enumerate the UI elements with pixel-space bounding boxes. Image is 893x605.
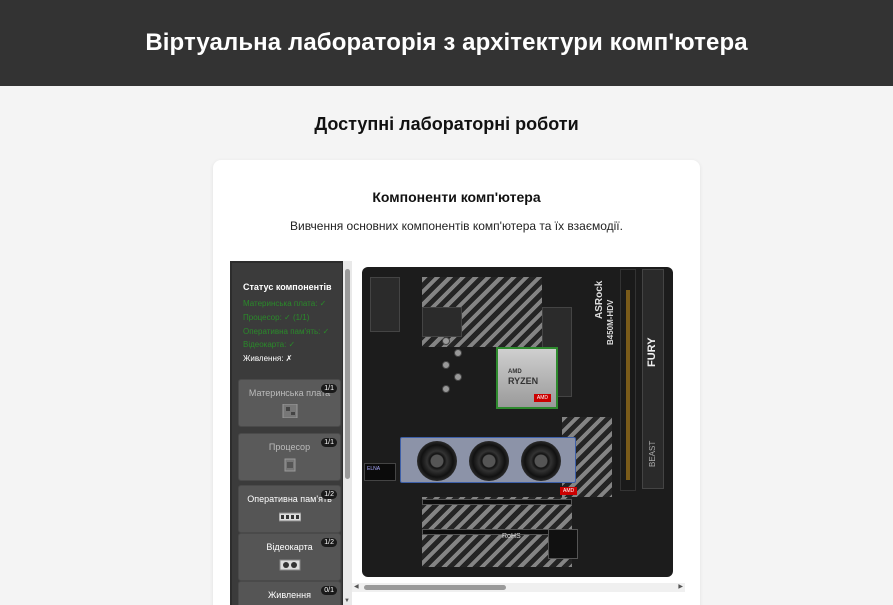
cpu-tag: AMD: [533, 394, 551, 402]
component-count-badge: 1/2: [321, 490, 337, 499]
component-gpu[interactable]: Відеокарта 1/2: [238, 533, 341, 581]
ram-series: BEAST: [648, 440, 657, 467]
motherboard-image[interactable]: AMD RYZEN AMD ASRock B450M-HDV FURY BEAS…: [362, 267, 673, 577]
panel-scrollbar[interactable]: ▼: [343, 261, 352, 605]
gpu-badge: ELNA: [364, 463, 396, 481]
board-brand: ASRock: [594, 280, 605, 319]
component-count-badge: 1/1: [321, 384, 337, 393]
board-scrollbar[interactable]: ◀ ▶: [352, 583, 685, 592]
lab-card-title: Компоненти комп'ютера: [372, 189, 541, 205]
ram-icon: [279, 512, 301, 522]
panel-scrollbar-thumb[interactable]: [345, 269, 350, 479]
components-panel: Статус компонентів Материнська плата: ✓ …: [230, 261, 343, 605]
lab-card-description: Вивчення основних компонентів комп'ютера…: [290, 219, 623, 233]
component-cpu[interactable]: Процесор 1/1: [238, 433, 341, 481]
gpu-card[interactable]: [400, 437, 576, 483]
app-title: Віртуальна лабораторія з архітектури ком…: [145, 29, 748, 56]
component-count-badge: 0/1: [321, 586, 337, 595]
rohs-label: RoHS: [502, 533, 521, 540]
ram-brand: FURY: [646, 337, 658, 367]
amd-label: AMD: [560, 487, 578, 495]
board-scrollbar-thumb[interactable]: [364, 585, 506, 590]
scroll-left-arrow-icon[interactable]: ◀: [354, 583, 359, 590]
cpu-icon: [284, 458, 296, 472]
gpu-icon: [279, 559, 301, 571]
component-ram[interactable]: Оперативна пам'ять 1/2: [238, 485, 341, 533]
component-motherboard[interactable]: Материнська плата 1/1: [238, 379, 341, 427]
cpu-brand: AMD: [508, 369, 522, 375]
ram-slot-1[interactable]: [620, 269, 636, 491]
lab-card[interactable]: Компоненти комп'ютера Вивчення основних …: [213, 160, 700, 605]
motherboard-icon: [282, 404, 298, 418]
status-title: Статус компонентів: [243, 282, 332, 292]
app-header: Віртуальна лабораторія з архітектури ком…: [0, 0, 893, 86]
component-count-badge: 1/2: [321, 538, 337, 547]
status-power: Живлення: ✗: [243, 354, 293, 363]
cpu-socket[interactable]: AMD RYZEN AMD: [496, 347, 558, 409]
status-line: Материнська плата: ✓: [243, 299, 327, 308]
board-model: B450M-HDV: [606, 299, 615, 345]
component-count-badge: 1/1: [321, 438, 337, 447]
scroll-right-arrow-icon[interactable]: ▶: [678, 583, 683, 590]
scroll-down-arrow-icon[interactable]: ▼: [344, 598, 350, 604]
status-line: Процесор: ✓ (1/1): [243, 313, 310, 322]
component-psu[interactable]: Живлення 0/1: [238, 581, 341, 605]
board-viewport: AMD RYZEN AMD ASRock B450M-HDV FURY BEAS…: [352, 261, 685, 605]
cpu-model: RYZEN: [508, 376, 539, 386]
status-line: Оперативна пам'ять: ✓: [243, 327, 330, 336]
status-line: Відеокарта: ✓: [243, 340, 296, 349]
lab-workspace: Статус компонентів Материнська плата: ✓ …: [230, 261, 685, 605]
section-title: Доступні лабораторні роботи: [314, 114, 579, 134]
